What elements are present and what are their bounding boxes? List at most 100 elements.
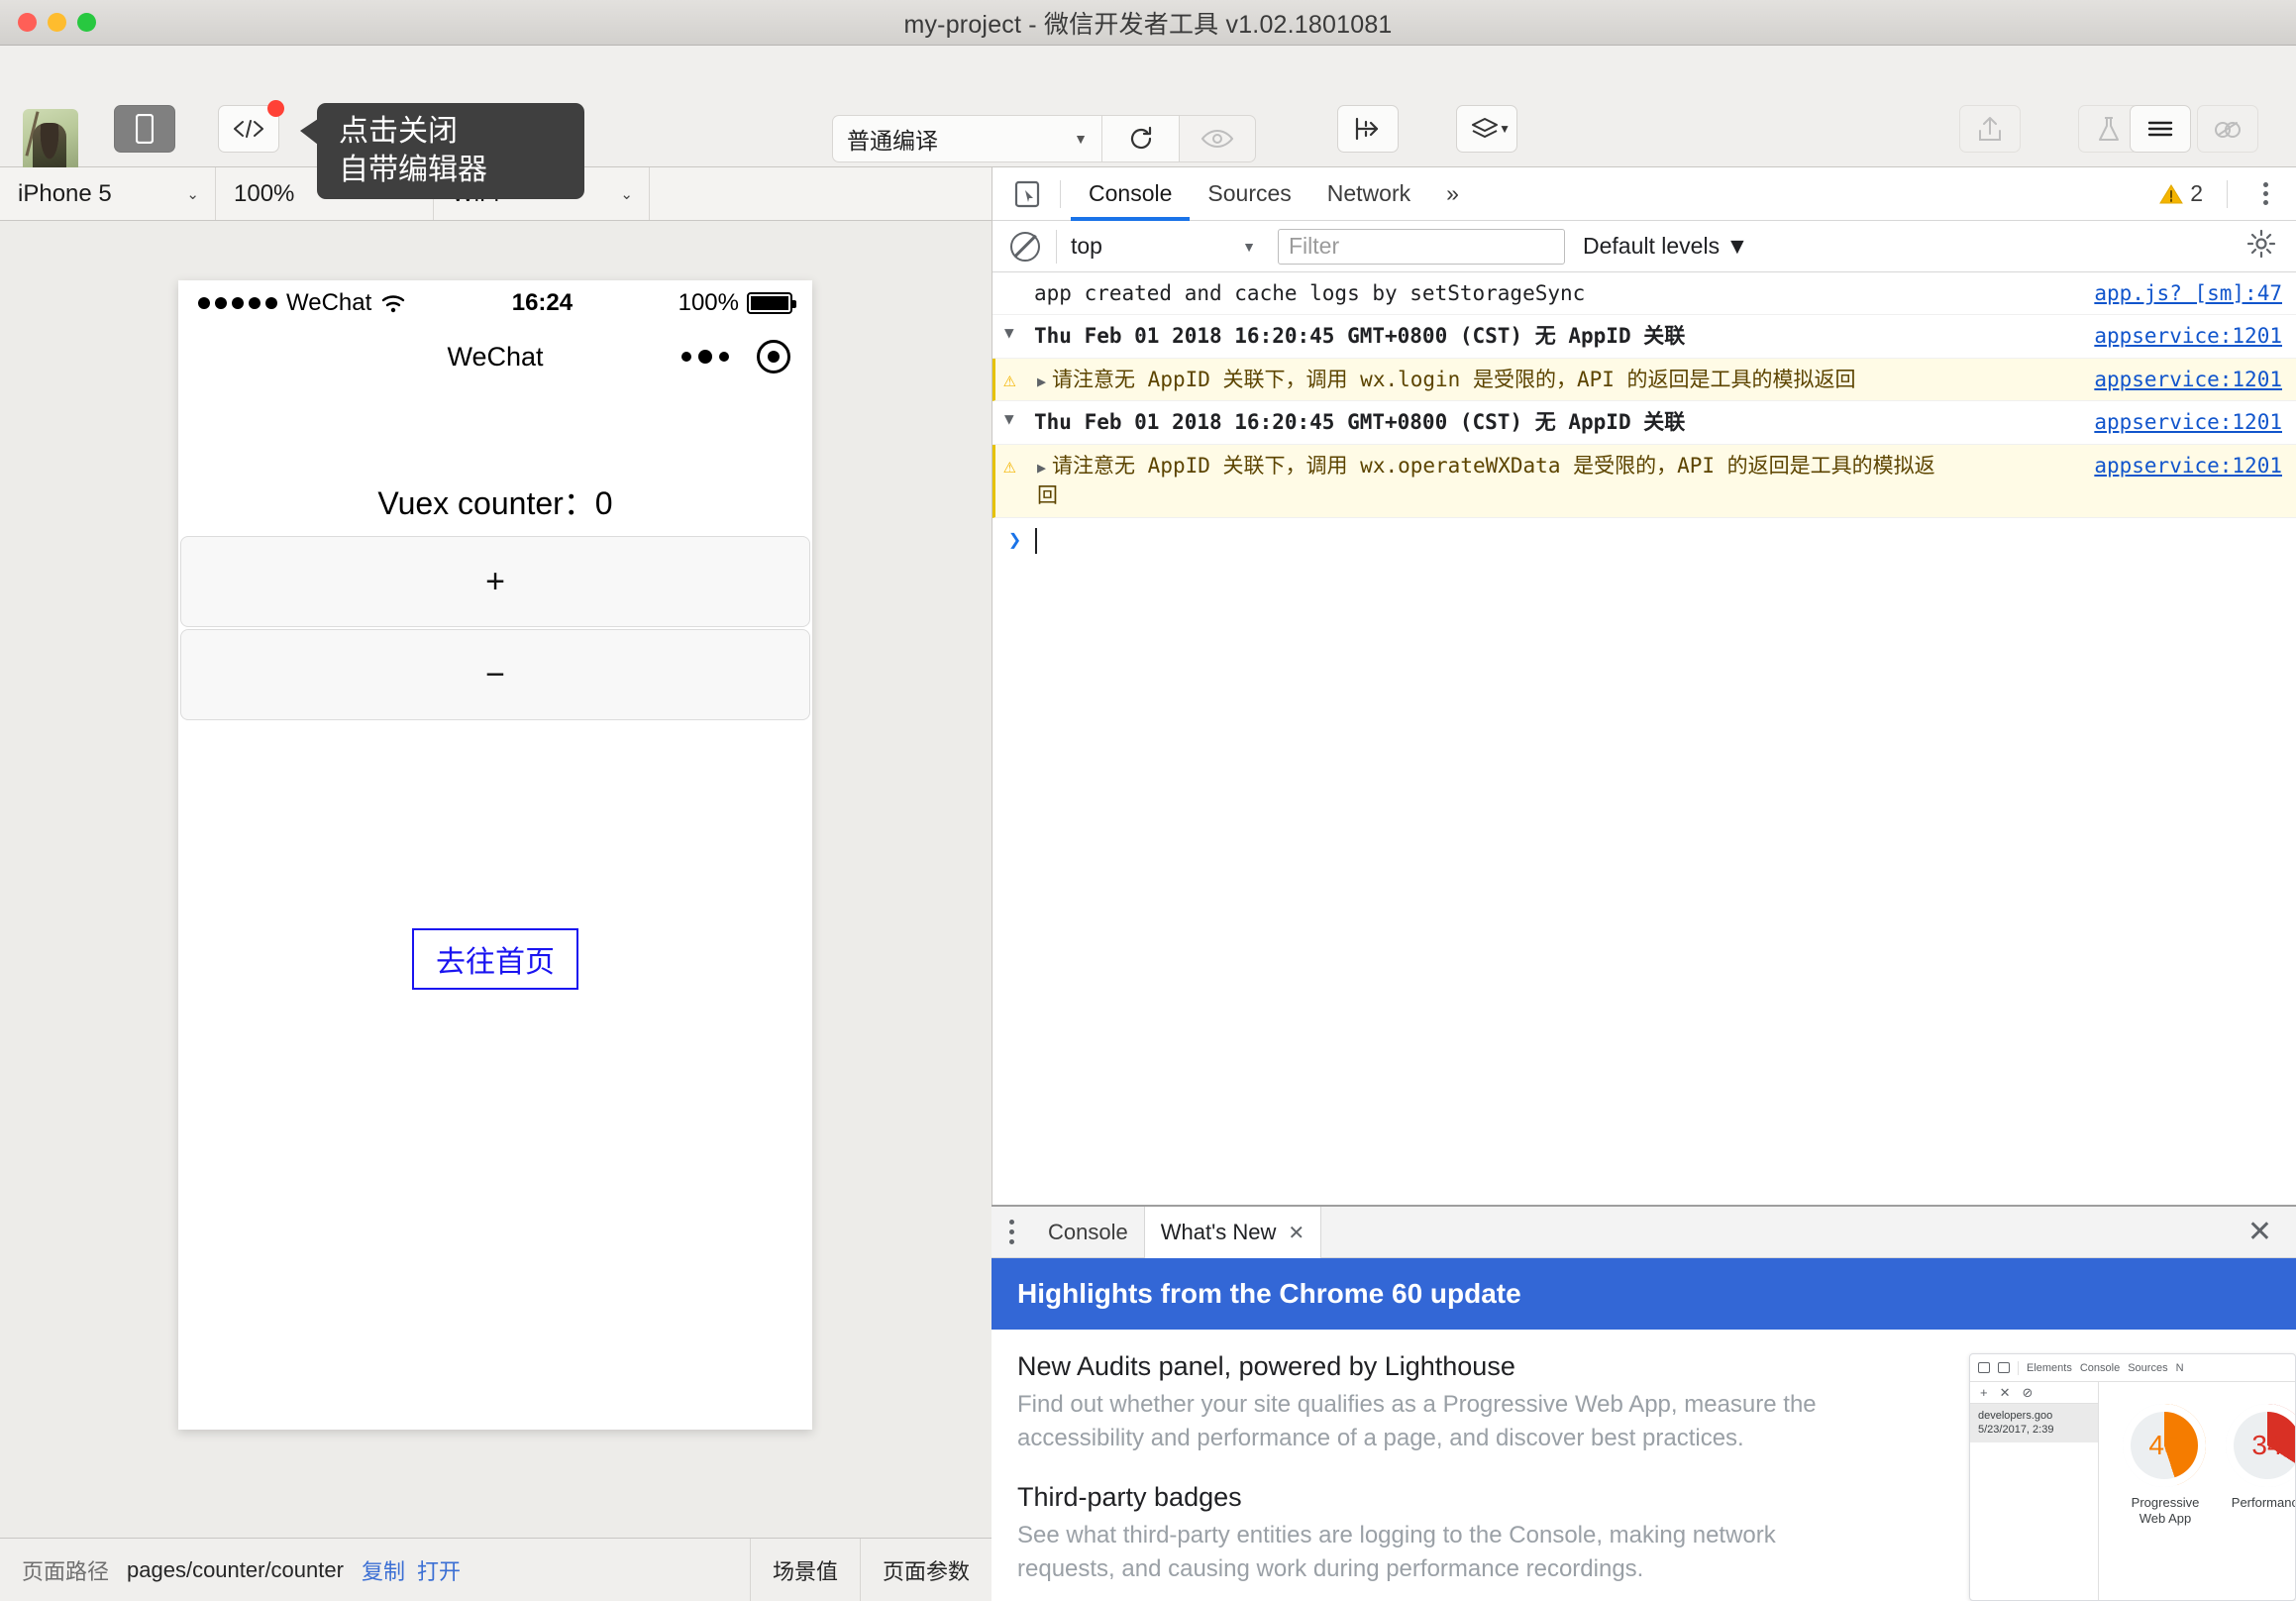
thumbnail-list-item: developers.goo 5/23/2017, 2:39 [1970, 1404, 2098, 1442]
clear-console-icon[interactable] [1010, 232, 1040, 262]
editor-badge-dot [267, 100, 284, 117]
console-prompt[interactable]: ❯ [992, 518, 2296, 554]
devtools-tabbar-right: 2 [2159, 180, 2296, 208]
phone-status-bar: WeChat 16:24 100% [178, 280, 812, 326]
console-row[interactable]: ⚠▶请注意无 AppID 关联下，调用 wx.login 是受限的，API 的返… [992, 359, 2296, 401]
increment-button[interactable]: + [180, 536, 810, 627]
console-row[interactable]: ⚠▶请注意无 AppID 关联下，调用 wx.operateWXData 是受限… [992, 445, 2296, 518]
thumbnail-tab: Elements [2027, 1362, 2072, 1374]
refresh-icon [1126, 124, 1156, 154]
device-select-value: iPhone 5 [18, 180, 112, 208]
close-icon[interactable]: ✕ [1288, 1221, 1305, 1245]
console-message: ⚠▶请注意无 AppID 关联下，调用 wx.operateWXData 是受限… [995, 451, 1935, 511]
warning-icon [2159, 183, 2183, 205]
counter-label: Vuex counter： [377, 485, 594, 521]
decrement-button[interactable]: − [180, 629, 810, 720]
devtools-tab-sources[interactable]: Sources [1190, 167, 1308, 221]
chevron-down-icon: ▼ [1242, 239, 1256, 255]
window-titlebar: my-project - 微信开发者工具 v1.02.1801081 [0, 0, 2296, 46]
app-window: my-project - 微信开发者工具 v1.02.1801081 模拟器 [0, 0, 2296, 1601]
gauge-score: 34 [2251, 1430, 2282, 1461]
whats-new-sections: New Audits panel, powered by Lighthouse … [991, 1330, 1883, 1601]
whats-new-section-body: Find out whether your site qualifies as … [1017, 1388, 1857, 1454]
console-context-select[interactable]: top ▼ [1056, 230, 1266, 264]
tabbar-divider-2 [2227, 180, 2228, 208]
page-params-button[interactable]: 页面参数 [861, 1539, 991, 1601]
console-filter-input[interactable]: Filter [1278, 229, 1565, 265]
gauge-ring: 34 [2226, 1404, 2296, 1487]
page-path-value: pages/counter/counter [127, 1557, 344, 1583]
nav-capsule [681, 340, 790, 374]
console-source-link[interactable]: appservice:1201 [2074, 365, 2282, 394]
expand-arrow-icon[interactable]: ▶ [1037, 459, 1046, 477]
close-window-button[interactable] [18, 13, 37, 32]
kebab-icon[interactable] [991, 1207, 1032, 1257]
inspect-icon[interactable] [1004, 180, 1050, 208]
console-message: ▼ Thu Feb 01 2018 16:20:45 GMT+0800 (CST)… [992, 321, 1685, 351]
ellipsis-icon[interactable] [681, 350, 729, 364]
drawer-tab-console[interactable]: Console [1032, 1207, 1144, 1257]
console-source-link[interactable]: appservice:1201 [2074, 451, 2282, 480]
warning-icon: ⚠ [1003, 451, 1016, 480]
thumbnail-gauges: 45 Progressive Web App 34 Performance [2099, 1382, 2296, 1600]
status-bar-time: 16:24 [406, 289, 678, 317]
device-select[interactable]: iPhone 5 ⌄ [0, 167, 216, 220]
tooltip-line-2: 自带编辑器 [339, 152, 584, 189]
console-source-link[interactable]: appservice:1201 [2074, 407, 2282, 437]
scene-value-button[interactable]: 场景值 [751, 1539, 860, 1601]
open-path-button[interactable]: 打开 [417, 1554, 461, 1586]
console-filter-placeholder: Filter [1289, 233, 1339, 260]
expand-arrow-icon[interactable]: ▶ [1037, 373, 1046, 390]
status-bar-left: WeChat [198, 289, 406, 317]
whats-new-section-title: Third-party badges [1017, 1482, 1857, 1513]
page-path-label: 页面路径 [22, 1554, 109, 1586]
minimize-window-button[interactable] [48, 13, 66, 32]
audit-gauge: 45 Progressive Web App [2123, 1404, 2208, 1600]
upload-icon-box [1959, 105, 2021, 153]
preview-button[interactable] [1179, 115, 1256, 162]
mini-program-page: Vuex counter：0 + − 去往首页 [178, 387, 812, 990]
devtools-tab-console[interactable]: Console [1071, 167, 1190, 221]
warning-icon: ⚠ [1003, 365, 1016, 394]
console-row[interactable]: ▼ Thu Feb 01 2018 16:20:45 GMT+0800 (CST)… [992, 315, 2296, 358]
compile-button[interactable] [1101, 115, 1179, 162]
drawer-tab-whats-new[interactable]: What's New ✕ [1144, 1207, 1321, 1258]
phone-frame: WeChat 16:24 100% WeChat [178, 280, 812, 1430]
console-message-text: Thu Feb 01 2018 16:20:45 GMT+0800 (CST) … [1034, 410, 1685, 434]
go-home-link[interactable]: 去往首页 [412, 928, 578, 990]
chevron-down-icon: ⌄ [620, 185, 633, 203]
compile-mode-select[interactable]: 普通编译 ▼ [832, 115, 1101, 162]
copy-path-button[interactable]: 复制 [362, 1554, 405, 1586]
compile-group: 普通编译 ▼ [832, 115, 1256, 162]
console-source-link[interactable]: app.js? [sm]:47 [2074, 278, 2282, 308]
console-levels-select[interactable]: Default levels ▼ [1583, 233, 1748, 260]
device-toggle-icon [1998, 1362, 2010, 1373]
kebab-icon[interactable] [2251, 182, 2280, 205]
console-row[interactable]: app created and cache logs by setStorage… [992, 272, 2296, 315]
collapse-triangle-icon[interactable]: ▼ [1004, 407, 1014, 430]
console-message-text: Thu Feb 01 2018 16:20:45 GMT+0800 (CST) … [1034, 324, 1685, 348]
console-source-link[interactable]: appservice:1201 [2074, 321, 2282, 351]
thumbnail-item-line-2: 5/23/2017, 2:39 [1978, 1423, 2090, 1437]
prompt-caret [1035, 528, 1037, 554]
code-icon [232, 119, 265, 139]
collapse-triangle-icon[interactable]: ▼ [1004, 321, 1014, 344]
bottom-status-bar: 页面路径 pages/counter/counter 复制 打开 场景值 页面参… [0, 1538, 991, 1601]
zoom-window-button[interactable] [77, 13, 96, 32]
compile-mode-value: 普通编译 [847, 122, 938, 156]
gear-icon[interactable] [2246, 229, 2276, 264]
target-icon[interactable] [757, 340, 790, 374]
devtools-tab-network[interactable]: Network [1309, 167, 1428, 221]
warning-badge[interactable]: 2 [2159, 180, 2203, 207]
close-drawer-icon[interactable]: ✕ [2224, 1207, 2296, 1257]
console-row[interactable]: ▼ Thu Feb 01 2018 16:20:45 GMT+0800 (CST)… [992, 401, 2296, 444]
devtools-tabbar: Console Sources Network » 2 [992, 167, 2296, 221]
whats-new-section-body: See what third-party entities are loggin… [1017, 1519, 1857, 1585]
prompt-chevron-icon: ❯ [1008, 528, 1021, 553]
carrier-label: WeChat [286, 289, 371, 317]
simulator-icon-box [114, 105, 175, 153]
devtools-tab-more[interactable]: » [1428, 167, 1477, 221]
console-filter-bar: top ▼ Filter Default levels ▼ [992, 221, 2296, 272]
main-toolbar: 模拟器 编辑器 调试器 点击关闭 自带编辑器 [0, 46, 2296, 167]
console-message: ⚠▶请注意无 AppID 关联下，调用 wx.login 是受限的，API 的返… [995, 365, 1856, 394]
